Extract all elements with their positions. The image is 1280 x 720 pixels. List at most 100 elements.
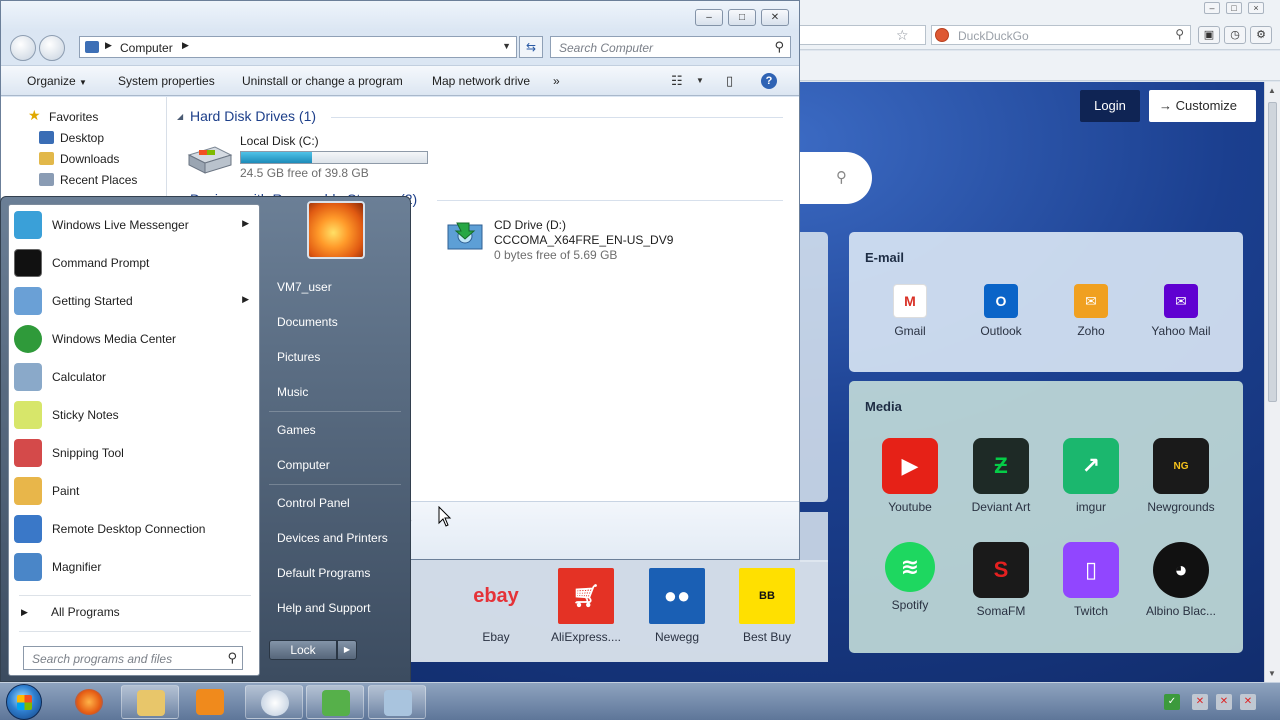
nav-downloads[interactable]: Downloads [60, 152, 119, 166]
tile-label: Newegg [654, 630, 700, 644]
program-sticky-notes[interactable]: Sticky Notes [9, 397, 259, 433]
program-magnifier[interactable]: Magnifier [9, 549, 259, 585]
tile-newegg[interactable]: ●● Newegg [632, 568, 722, 644]
link-games[interactable]: Games [277, 423, 316, 437]
program-windows-live-messenger[interactable]: Windows Live Messenger ▶ [9, 207, 259, 243]
local-disk-name[interactable]: Local Disk (C:) [240, 134, 319, 148]
collapse-triangle-icon[interactable]: ◢ [177, 112, 183, 121]
link-devices-and-printers[interactable]: Devices and Printers [277, 531, 388, 545]
bookmark-star-icon[interactable]: ☆ [896, 27, 909, 44]
address-bar[interactable]: ▶ Computer ▶ ▼ [79, 36, 517, 58]
help-icon[interactable]: ? [761, 73, 777, 89]
tile-bestbuy[interactable]: BB Best Buy [722, 568, 812, 644]
tile-yahoo-mail[interactable]: ✉ Yahoo Mail [1136, 284, 1226, 338]
tile-newgrounds[interactable]: NG Newgrounds [1136, 438, 1226, 514]
nav-recent-places[interactable]: Recent Places [60, 173, 137, 187]
maximize-button[interactable]: □ [728, 9, 756, 26]
link-control-panel[interactable]: Control Panel [277, 496, 350, 510]
browser-search-field[interactable]: DuckDuckGo ⚲ [931, 25, 1191, 45]
chevron-right-icon[interactable]: ▶ [182, 40, 189, 51]
program-paint[interactable]: Paint [9, 473, 259, 509]
program-calculator[interactable]: Calculator [9, 359, 259, 395]
uninstall-program-button[interactable]: Uninstall or change a program [242, 74, 403, 88]
chevron-right-icon[interactable]: ▶ [105, 40, 112, 51]
view-options-icon[interactable]: ☷ [671, 73, 683, 89]
chevron-down-icon[interactable]: ▼ [696, 76, 704, 85]
action-center-icon[interactable]: ✓ [1164, 694, 1180, 710]
addon-toolbar-icon[interactable]: ▣ [1198, 26, 1220, 44]
user-picture[interactable] [307, 201, 365, 259]
link-help-and-support[interactable]: Help and Support [277, 601, 370, 615]
tile-spotify[interactable]: ≋ Spotify [865, 542, 955, 612]
system-properties-button[interactable]: System properties [118, 74, 215, 88]
program-label: Paint [52, 484, 80, 498]
nav-favorites[interactable]: Favorites [49, 110, 98, 124]
taskbar-explorer[interactable] [121, 685, 179, 719]
map-network-drive-button[interactable]: Map network drive [432, 74, 530, 88]
taskbar-media-player[interactable] [181, 685, 239, 719]
program-remote-desktop[interactable]: Remote Desktop Connection [9, 511, 259, 547]
program-windows-media-center[interactable]: Windows Media Center [9, 321, 259, 357]
refresh-button[interactable]: ⇆ [519, 36, 543, 58]
link-computer[interactable]: Computer [277, 458, 330, 472]
shutdown-options-arrow[interactable]: ▶ [337, 640, 357, 660]
taskbar-active-app[interactable] [245, 685, 303, 719]
link-default-programs[interactable]: Default Programs [277, 566, 370, 580]
network-icon[interactable]: ✕ [1192, 694, 1208, 710]
minimize-button[interactable]: – [695, 9, 723, 26]
browser-url-field[interactable]: ☆ [798, 25, 926, 45]
tile-somafm[interactable]: S SomaFM [956, 542, 1046, 618]
lock-button[interactable]: Lock [269, 640, 337, 660]
tile-ebay[interactable]: ebay Ebay [451, 568, 541, 645]
tile-aliexpress[interactable]: 🛒︎ AliExpress.... [541, 568, 631, 644]
preview-pane-icon[interactable]: ▯ [726, 73, 733, 89]
tile-imgur[interactable]: ↗ imgur [1046, 438, 1136, 514]
link-music[interactable]: Music [277, 385, 308, 399]
browser-minimize-button[interactable]: – [1204, 2, 1220, 14]
scroll-up-icon[interactable]: ▲ [1268, 86, 1276, 95]
link-documents[interactable]: Documents [277, 315, 338, 329]
browser-maximize-button[interactable]: □ [1226, 2, 1242, 14]
tile-albino-blacksheep[interactable]: ◕ Albino Blac... [1136, 542, 1226, 618]
search-icon[interactable]: ⚲ [1175, 27, 1184, 41]
scroll-down-icon[interactable]: ▼ [1268, 669, 1276, 678]
organize-button[interactable]: Organize ▼ [27, 74, 87, 88]
cd-drive-name[interactable]: CD Drive (D:) [494, 218, 566, 232]
history-icon[interactable]: ◷ [1224, 26, 1246, 44]
tile-gmail[interactable]: M Gmail [865, 284, 955, 338]
forward-button[interactable] [39, 35, 65, 61]
volume-muted-icon[interactable]: ✕ [1240, 694, 1256, 710]
gear-icon[interactable]: ⚙ [1250, 26, 1272, 44]
login-button[interactable]: Login [1080, 90, 1140, 122]
taskbar-messenger[interactable] [306, 685, 364, 719]
tile-youtube[interactable]: ▶ Youtube [865, 438, 955, 514]
link-pictures[interactable]: Pictures [277, 350, 320, 364]
submenu-arrow-icon: ▶ [242, 294, 249, 304]
taskbar-window[interactable] [368, 685, 426, 719]
browser-scrollbar[interactable]: ▲ ▼ [1264, 82, 1280, 682]
chevron-down-icon[interactable]: ▼ [502, 41, 511, 51]
customize-button[interactable]: → Customize [1149, 90, 1256, 122]
program-snipping-tool[interactable]: Snipping Tool [9, 435, 259, 471]
tile-twitch[interactable]: ▯ Twitch [1046, 542, 1136, 618]
tile-outlook[interactable]: O Outlook [956, 284, 1046, 338]
taskbar-firefox[interactable] [60, 685, 118, 719]
page-search-box[interactable]: ⚲ [800, 152, 872, 204]
program-getting-started[interactable]: Getting Started ▶ [9, 283, 259, 319]
network-warning-icon[interactable]: ✕ [1216, 694, 1232, 710]
close-button[interactable]: ✕ [761, 9, 789, 26]
group-header-hard-disks[interactable]: Hard Disk Drives (1) [190, 108, 316, 124]
start-search-input[interactable]: Search programs and files ⚲ [23, 646, 243, 670]
explorer-search-input[interactable]: Search Computer ⚲ [550, 36, 791, 58]
start-button[interactable] [6, 684, 42, 720]
program-command-prompt[interactable]: Command Prompt [9, 245, 259, 281]
link-user-folder[interactable]: VM7_user [277, 280, 332, 294]
more-commands-button[interactable]: » [553, 74, 560, 88]
search-icon: ⚲ [836, 169, 847, 186]
nav-desktop[interactable]: Desktop [60, 131, 104, 145]
tile-deviantart[interactable]: Ƶ Deviant Art [956, 438, 1046, 514]
scrollbar-thumb[interactable] [1268, 102, 1277, 402]
tile-zoho[interactable]: ✉ Zoho [1046, 284, 1136, 338]
back-button[interactable] [10, 35, 36, 61]
browser-close-button[interactable]: × [1248, 2, 1264, 14]
